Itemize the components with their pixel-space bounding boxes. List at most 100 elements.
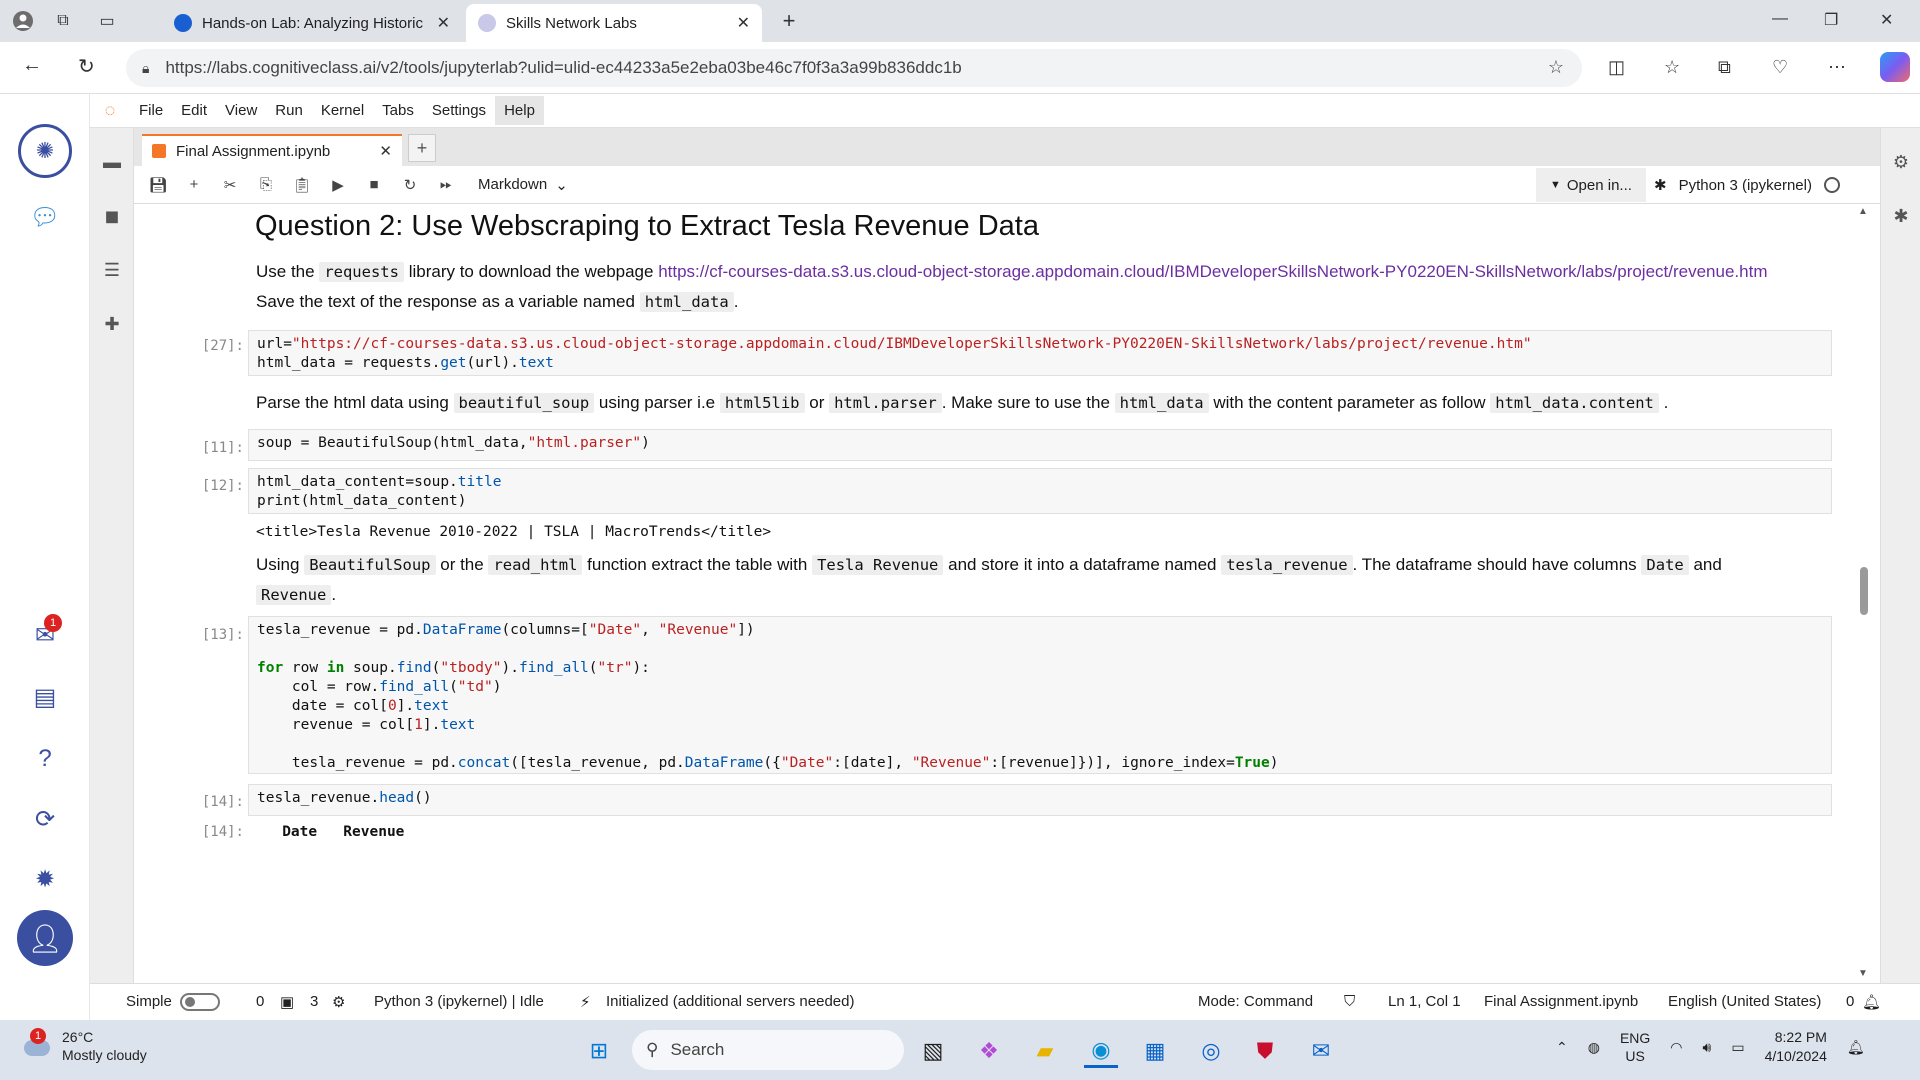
table-of-contents-icon[interactable]: ☰ [98, 256, 126, 284]
taskbar-search[interactable]: ⚲ Search [632, 1030, 904, 1070]
close-doc-tab-icon[interactable]: ✕ [379, 142, 392, 160]
favorite-star-icon[interactable]: ☆ [1548, 57, 1564, 78]
workspaces-icon[interactable]: ⧉ [50, 8, 76, 34]
task-view-icon[interactable]: ▧ [916, 1034, 950, 1068]
toggle-switch[interactable] [179, 993, 220, 1012]
terminal-count[interactable]: 3 [310, 993, 318, 1010]
notifications-icon[interactable]: 🔔︎ [1847, 1039, 1865, 1056]
revenue-link[interactable]: https://cf-courses-data.s3.us.cloud-obje… [658, 262, 1767, 281]
run-all-icon[interactable]: ⏩︎ [428, 176, 464, 193]
run-icon[interactable]: ▶ [320, 176, 356, 194]
close-window-icon[interactable]: ✕ [1880, 10, 1893, 30]
scroll-down-icon[interactable]: ▼ [1858, 968, 1868, 979]
close-tab-icon[interactable]: ✕ [737, 13, 750, 33]
url-field[interactable]: 🔒︎ https://labs.cognitiveclass.ai/v2/too… [126, 49, 1582, 87]
simple-mode-toggle[interactable]: Simple [126, 993, 220, 1012]
dell-icon[interactable]: ◎ [1194, 1034, 1228, 1068]
markdown-cell-request[interactable]: Use the requests library to download the… [256, 257, 1786, 317]
scroll-up-icon[interactable]: ▲ [1858, 206, 1868, 217]
code-cell-11[interactable]: soup = BeautifulSoup(html_data,"html.par… [248, 429, 1832, 461]
save-icon[interactable]: 💾︎ [140, 176, 176, 194]
property-inspector-icon[interactable]: ⚙ [1887, 148, 1915, 176]
volume-icon[interactable]: 🔊︎ [1703, 1039, 1712, 1056]
minimize-icon[interactable]: — [1772, 10, 1788, 28]
notebook-panel[interactable]: Question 2: Use Webscraping to Extract T… [134, 204, 1854, 983]
new-tab-icon[interactable]: + [776, 8, 802, 34]
weather-widget[interactable]: 1 26°C Mostly cloudy [20, 1028, 147, 1064]
lsp-status[interactable]: Initialized (additional servers needed) [606, 993, 854, 1010]
extensions-icon[interactable]: ✚ [98, 310, 126, 338]
bell-icon[interactable]: 🔔︎ [1862, 993, 1881, 1011]
skills-network-logo-icon[interactable]: ✺ [18, 124, 72, 178]
cut-icon[interactable]: ✂ [212, 176, 248, 194]
restart-icon[interactable]: ↻ [392, 176, 428, 194]
profile-icon[interactable] [10, 8, 36, 34]
back-icon[interactable]: ← [22, 54, 42, 77]
instructions-icon[interactable]: ▤ [22, 674, 68, 720]
insert-cell-icon[interactable]: + [176, 176, 212, 193]
clock[interactable]: 8:22 PM 4/10/2024 [1765, 1028, 1827, 1066]
kernel-count[interactable]: 0 [256, 993, 264, 1010]
favorites-icon[interactable]: ☆ [1664, 57, 1680, 78]
menu-file[interactable]: File [130, 96, 172, 125]
menu-kernel[interactable]: Kernel [312, 96, 373, 125]
notebook-scrollbar[interactable]: ▲ ▼ [1856, 204, 1870, 983]
edge-icon[interactable]: ◉ [1084, 1034, 1118, 1068]
outlook-icon[interactable]: ✉ [1304, 1034, 1338, 1068]
kernel-name[interactable]: Python 3 (ipykernel) [1679, 177, 1812, 194]
ai-assistant-icon[interactable]: 💬︎ [22, 194, 68, 240]
markdown-cell-extract[interactable]: Using BeautifulSoup or the read_html fun… [256, 550, 1786, 610]
more-options-icon[interactable]: ⋯ [1828, 57, 1846, 78]
markdown-cell-parse[interactable]: Parse the html data using beautiful_soup… [256, 388, 1786, 418]
close-tab-icon[interactable]: ✕ [437, 13, 450, 33]
copilot-icon[interactable] [1880, 52, 1910, 82]
kernel-status[interactable]: Python 3 (ipykernel) | Idle [374, 993, 544, 1010]
new-launcher-button[interactable]: + [408, 134, 436, 162]
restore-icon[interactable]: ❐ [1824, 10, 1838, 30]
menu-tabs[interactable]: Tabs [373, 96, 423, 125]
start-icon[interactable]: ⊞ [582, 1034, 616, 1068]
trust-shield-icon[interactable]: ⛉ [1344, 993, 1355, 1010]
running-sessions-icon[interactable]: ◼ [98, 202, 126, 230]
browser-essentials-icon[interactable]: ♡ [1772, 57, 1788, 78]
browser-tab-hands-on-lab[interactable]: Hands-on Lab: Analyzing Historic ✕ [162, 4, 462, 42]
gear-icon[interactable]: ⚙ [332, 993, 345, 1011]
file-browser-icon[interactable]: ▬ [98, 148, 126, 176]
wifi-icon[interactable]: ◠ [1670, 1039, 1682, 1056]
refresh-icon[interactable]: ↻ [78, 54, 95, 79]
stop-icon[interactable]: ■ [356, 176, 392, 193]
kernel-indicator[interactable]: ✱ Python 3 (ipykernel) [1654, 166, 1840, 204]
store-icon[interactable]: ▦ [1138, 1034, 1172, 1068]
menu-view[interactable]: View [216, 96, 266, 125]
menu-settings[interactable]: Settings [423, 96, 495, 125]
browser-tab-skills-network[interactable]: Skills Network Labs ✕ [466, 4, 762, 42]
menu-help[interactable]: Help [495, 96, 544, 125]
file-explorer-icon[interactable]: ▰ [1028, 1034, 1062, 1068]
code-cell-14[interactable]: tesla_revenue.head() [248, 784, 1832, 816]
collections-icon[interactable]: ⧉ [1718, 57, 1731, 78]
tray-expand-icon[interactable]: ⌃ [1556, 1039, 1568, 1056]
scroll-thumb[interactable] [1860, 567, 1868, 615]
help-icon[interactable]: ? [22, 736, 68, 782]
copilot-taskbar-icon[interactable]: ❖ [972, 1034, 1006, 1068]
debugger-icon[interactable]: ✱ [1887, 202, 1915, 230]
network-status-icon[interactable]: ◍ [1588, 1039, 1600, 1056]
notification-count[interactable]: 0 [1846, 993, 1854, 1010]
split-screen-icon[interactable]: ◫ [1608, 57, 1625, 78]
menu-run[interactable]: Run [266, 96, 312, 125]
paste-icon[interactable]: 📋︎ [284, 176, 320, 194]
tab-actions-icon[interactable]: ▭ [94, 8, 120, 34]
theme-icon[interactable]: ✹ [22, 856, 68, 902]
tab-final-assignment[interactable]: Final Assignment.ipynb ✕ [142, 134, 402, 166]
cursor-position[interactable]: Ln 1, Col 1 [1388, 993, 1461, 1010]
language[interactable]: English (United States) [1668, 993, 1821, 1010]
sync-icon[interactable]: ⟳ [22, 796, 68, 842]
cell-type-select[interactable]: Markdown ⌄ [478, 176, 568, 194]
code-cell-27[interactable]: url="https://cf-courses-data.s3.us.cloud… [248, 330, 1832, 376]
menu-edit[interactable]: Edit [172, 96, 216, 125]
bug-icon[interactable]: ✱ [1654, 176, 1667, 194]
input-language[interactable]: ENG US [1620, 1029, 1650, 1065]
code-cell-12[interactable]: html_data_content=soup.title print(html_… [248, 468, 1832, 514]
code-cell-13[interactable]: tesla_revenue = pd.DataFrame(columns=["D… [248, 616, 1832, 774]
battery-icon[interactable]: ▭ [1731, 1039, 1744, 1056]
